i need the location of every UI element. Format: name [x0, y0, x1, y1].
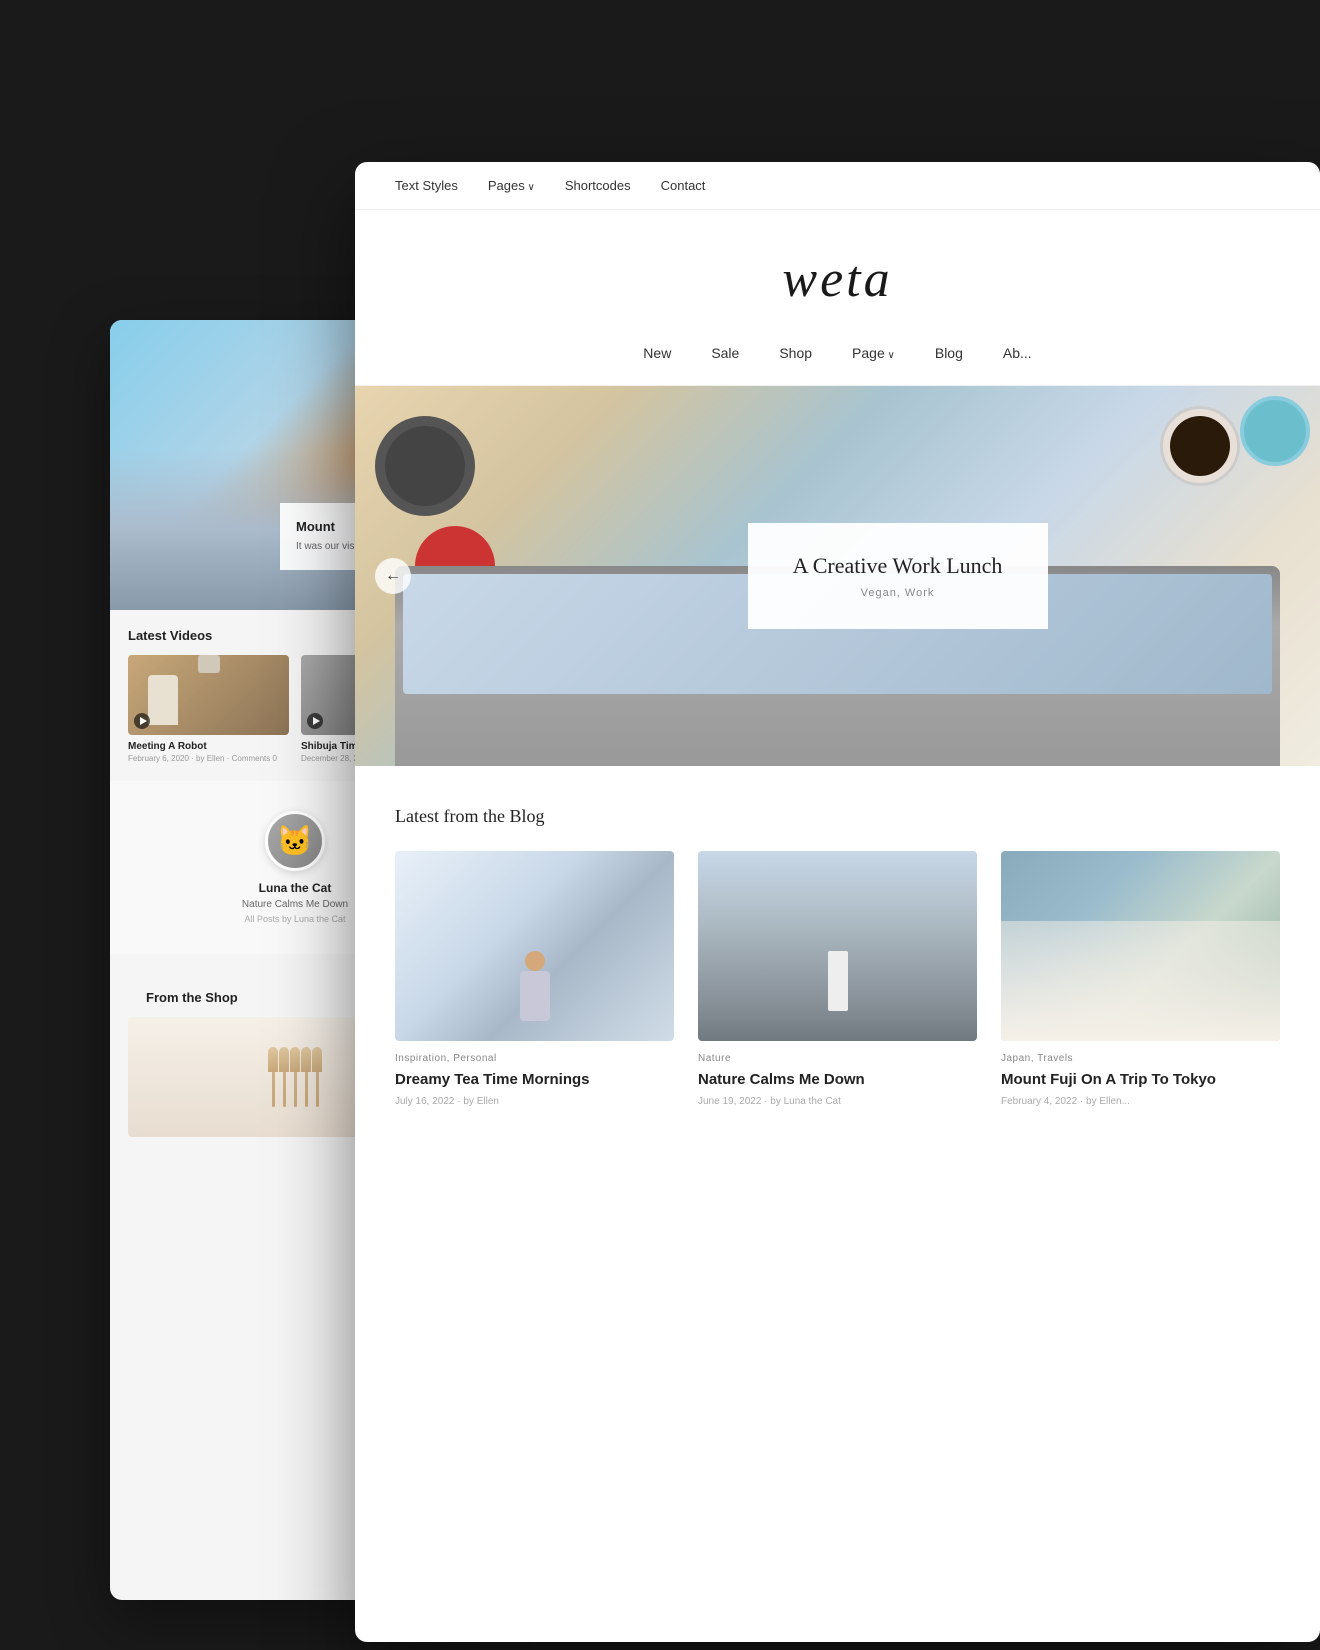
hero-text-box: A Creative Work Lunch Vegan, Work [748, 523, 1048, 629]
hero-section: ← A Creative Work Lunch Vegan, Work [355, 386, 1320, 766]
list-item[interactable]: Meeting A Robot February 6, 2020 · by El… [128, 655, 289, 763]
video-thumbnail-1[interactable] [128, 655, 289, 735]
robot-head [198, 655, 220, 673]
blog-categories-3: Japan, Travels [1001, 1053, 1280, 1064]
wheat-stalk-1 [272, 1047, 275, 1107]
blog-card-3[interactable]: Japan, Travels Mount Fuji On A Trip To T… [1001, 851, 1280, 1107]
video-title-1: Meeting A Robot [128, 741, 289, 752]
sidebar-item-text-styles[interactable]: Text Styles [395, 178, 458, 193]
avatar: 🐱 [265, 811, 325, 871]
blog-image-1 [395, 851, 674, 1041]
nav-item-contact[interactable]: Contact [661, 178, 706, 193]
blog-categories-2: Nature [698, 1053, 977, 1064]
site-logo[interactable]: weta [782, 250, 892, 309]
blog-image-3 [1001, 851, 1280, 1041]
main-nav-new[interactable]: New [643, 345, 671, 361]
play-button-2[interactable] [307, 713, 323, 729]
blog-title-1[interactable]: Dreamy Tea Time Mornings [395, 1070, 674, 1090]
blog-card-2[interactable]: Nature Nature Calms Me Down June 19, 202… [698, 851, 977, 1107]
blog-meta-1: July 16, 2022 · by Ellen [395, 1096, 674, 1107]
blog-meta-2: June 19, 2022 · by Luna the Cat [698, 1096, 977, 1107]
top-navigation: Text Styles Pages Shortcodes Contact [355, 162, 1320, 210]
person-figure-2 [828, 951, 848, 1011]
main-nav-sale[interactable]: Sale [711, 345, 739, 361]
wheat-stalk-5 [316, 1047, 319, 1107]
wheat-stalk-4 [305, 1047, 308, 1107]
nav-item-pages[interactable]: Pages [488, 178, 535, 193]
hero-prev-button[interactable]: ← [375, 558, 411, 594]
building-rows [1001, 921, 1280, 1041]
blog-grid: Inspiration, Personal Dreamy Tea Time Mo… [395, 851, 1280, 1107]
hero-post-title: A Creative Work Lunch [788, 553, 1008, 579]
main-nav-page[interactable]: Page [852, 345, 895, 361]
hero-plate-inner [385, 426, 465, 506]
wheat-stalk-3 [294, 1047, 297, 1107]
main-nav-blog[interactable]: Blog [935, 345, 963, 361]
robot-figure [148, 675, 178, 725]
play-button-1[interactable] [134, 713, 150, 729]
nav-item-shortcodes[interactable]: Shortcodes [565, 178, 631, 193]
blog-categories-1: Inspiration, Personal [395, 1053, 674, 1064]
main-navigation: New Sale Shop Page Blog Ab... [355, 329, 1320, 386]
main-nav-shop[interactable]: Shop [779, 345, 812, 361]
hero-coffee-cup [1160, 406, 1240, 486]
person-head-1 [525, 951, 545, 971]
blog-section: Latest from the Blog Inspiration, Person… [355, 766, 1320, 1137]
blog-section-title: Latest from the Blog [395, 806, 1280, 827]
hero-coffee-inner [1170, 416, 1230, 476]
person-figure-1 [520, 971, 550, 1021]
video-meta-1: February 6, 2020 · by Ellen · Comments 0 [128, 754, 289, 763]
hero-post-categories: Vegan, Work [788, 587, 1008, 599]
blog-meta-3: February 4, 2022 · by Ellen... [1001, 1096, 1280, 1107]
chevron-left-icon: ← [385, 567, 401, 585]
blog-image-2 [698, 851, 977, 1041]
wheat-stalk-2 [283, 1047, 286, 1107]
main-nav-about[interactable]: Ab... [1003, 345, 1032, 361]
front-card: Text Styles Pages Shortcodes Contact wet… [355, 162, 1320, 1642]
blog-title-2[interactable]: Nature Calms Me Down [698, 1070, 977, 1090]
cat-icon: 🐱 [276, 824, 313, 859]
hero-plate [375, 416, 475, 516]
hero-teal-cup [1240, 396, 1310, 466]
person-body-1 [520, 971, 550, 1021]
blog-title-3[interactable]: Mount Fuji On A Trip To Tokyo [1001, 1070, 1280, 1090]
logo-area: weta [355, 210, 1320, 329]
blog-card-1[interactable]: Inspiration, Personal Dreamy Tea Time Mo… [395, 851, 674, 1107]
